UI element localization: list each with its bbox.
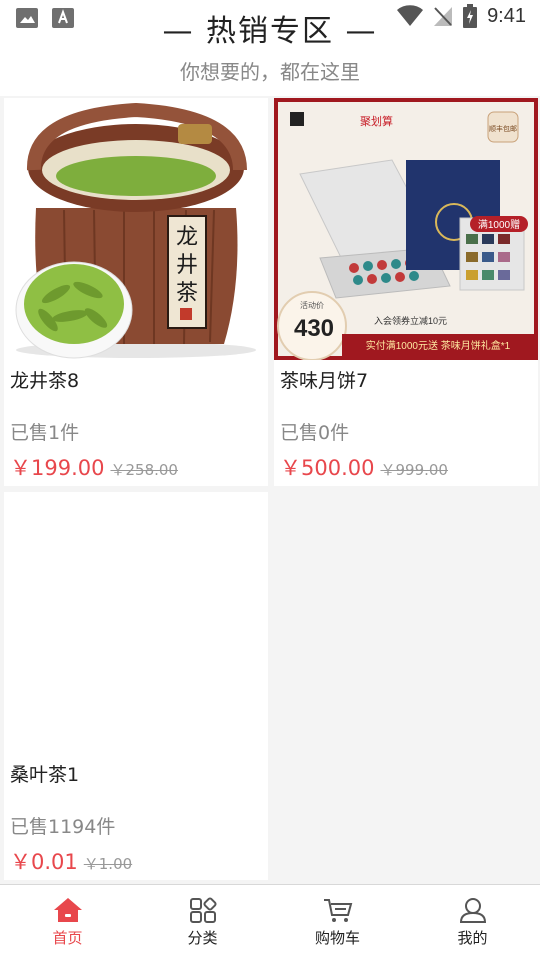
clock: 9:41 [487,4,526,27]
product-card[interactable]: 聚划算 顺丰包邮 满1000赠 活动价 430 入会领券立减10元 实付满100… [274,98,538,486]
screen: — 热销专区 — 你想要的，都在这里 9:41 龙 井 茶 龙井茶8 已售1件 … [0,0,540,960]
wifi-icon [397,5,424,27]
product-image: 聚划算 顺丰包邮 满1000赠 活动价 430 入会领券立减10元 实付满100… [274,98,538,360]
banner-gift: 满1000赠 [478,218,520,231]
product-name: 龙井茶8 [10,370,80,392]
tab-profile[interactable]: 我的 [405,885,540,960]
banner-promo: 实付满1000元送 茶味月饼礼盒*1 [366,339,511,352]
label-char-2: 井 [176,253,198,278]
tab-home[interactable]: 首页 [0,885,135,960]
category-icon [189,897,217,923]
product-image: 龙 井 茶 [4,98,268,360]
home-icon [53,898,82,922]
tab-cart-label: 购物车 [314,929,360,947]
header: — 热销专区 — 你想要的，都在这里 9:41 [0,0,540,96]
page-subtitle: 你想要的，都在这里 [180,60,360,84]
banner-price-value: 430 [294,315,334,342]
bottom-tab-bar: 首页 分类 购物车 我的 [0,884,540,960]
label-char-3: 茶 [176,281,198,306]
banner-coupon: 入会领券立减10元 [374,315,447,326]
product-price-row: ￥500.00 ￥999.00 [280,452,448,482]
cart-icon [323,899,352,922]
status-right: 9:41 [397,4,526,28]
product-grid: 龙 井 茶 龙井茶8 已售1件 ￥199.00 ￥258.00 聚划算 顺丰包邮… [4,98,538,880]
banner-price-tag: 活动价 [300,300,324,310]
product-price-row: ￥0.01 ￥1.00 [10,846,132,876]
product-original-price: ￥1.00 [83,855,133,873]
product-original-price: ￥999.00 [380,461,448,479]
product-sold: 已售1件 [10,422,80,444]
profile-icon [459,898,486,923]
product-price-row: ￥199.00 ￥258.00 [10,452,178,482]
product-card[interactable]: 龙 井 茶 龙井茶8 已售1件 ￥199.00 ￥258.00 [4,98,268,486]
product-price: ￥199.00 [10,456,105,480]
no-signal-icon [434,7,453,26]
tab-cart[interactable]: 购物车 [270,885,405,960]
tab-profile-label: 我的 [457,929,488,947]
product-card[interactable]: 桑叶茶1 已售1194件 ￥0.01 ￥1.00 [4,492,268,880]
product-price: ￥500.00 [280,456,375,480]
tab-category-label: 分类 [187,929,218,947]
product-name: 茶味月饼7 [280,370,369,392]
tab-category[interactable]: 分类 [135,885,270,960]
banner-brand: 聚划算 [360,114,393,128]
label-char-1: 龙 [176,225,198,250]
tab-home-label: 首页 [52,929,83,947]
product-name: 桑叶茶1 [10,764,80,786]
product-sold: 已售1194件 [10,816,116,838]
battery-charging-icon [463,4,478,28]
product-original-price: ￥258.00 [110,461,178,479]
banner-badge: 顺丰包邮 [489,124,517,133]
product-image-placeholder [4,492,268,754]
product-sold: 已售0件 [280,422,350,444]
product-price: ￥0.01 [10,850,78,874]
